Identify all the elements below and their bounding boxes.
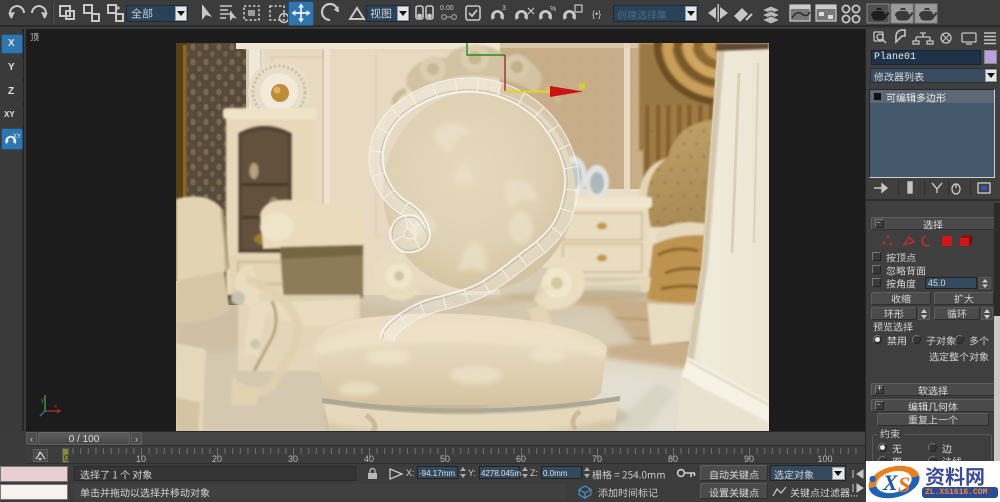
svg-text:70: 70 xyxy=(592,454,602,464)
svg-text:10: 10 xyxy=(136,454,146,464)
svg-text:50: 50 xyxy=(440,454,450,464)
svg-text:x: x xyxy=(54,404,57,410)
svg-text:0.00: 0.00 xyxy=(440,5,454,12)
svg-text:X: X xyxy=(882,470,899,495)
svg-text:30: 30 xyxy=(288,454,298,464)
svg-text:40: 40 xyxy=(364,454,374,464)
svg-text:XY: XY xyxy=(13,134,21,140)
svg-text:3: 3 xyxy=(502,5,506,12)
svg-text:80: 80 xyxy=(668,454,678,464)
svg-text:S: S xyxy=(898,472,910,497)
svg-text:%: % xyxy=(550,6,556,13)
svg-text:100: 100 xyxy=(817,454,832,464)
svg-text:y: y xyxy=(41,398,44,404)
svg-text:60: 60 xyxy=(516,454,526,464)
svg-text:{•}: {•} xyxy=(592,9,601,19)
svg-text:20: 20 xyxy=(212,454,222,464)
svg-text:90: 90 xyxy=(744,454,754,464)
